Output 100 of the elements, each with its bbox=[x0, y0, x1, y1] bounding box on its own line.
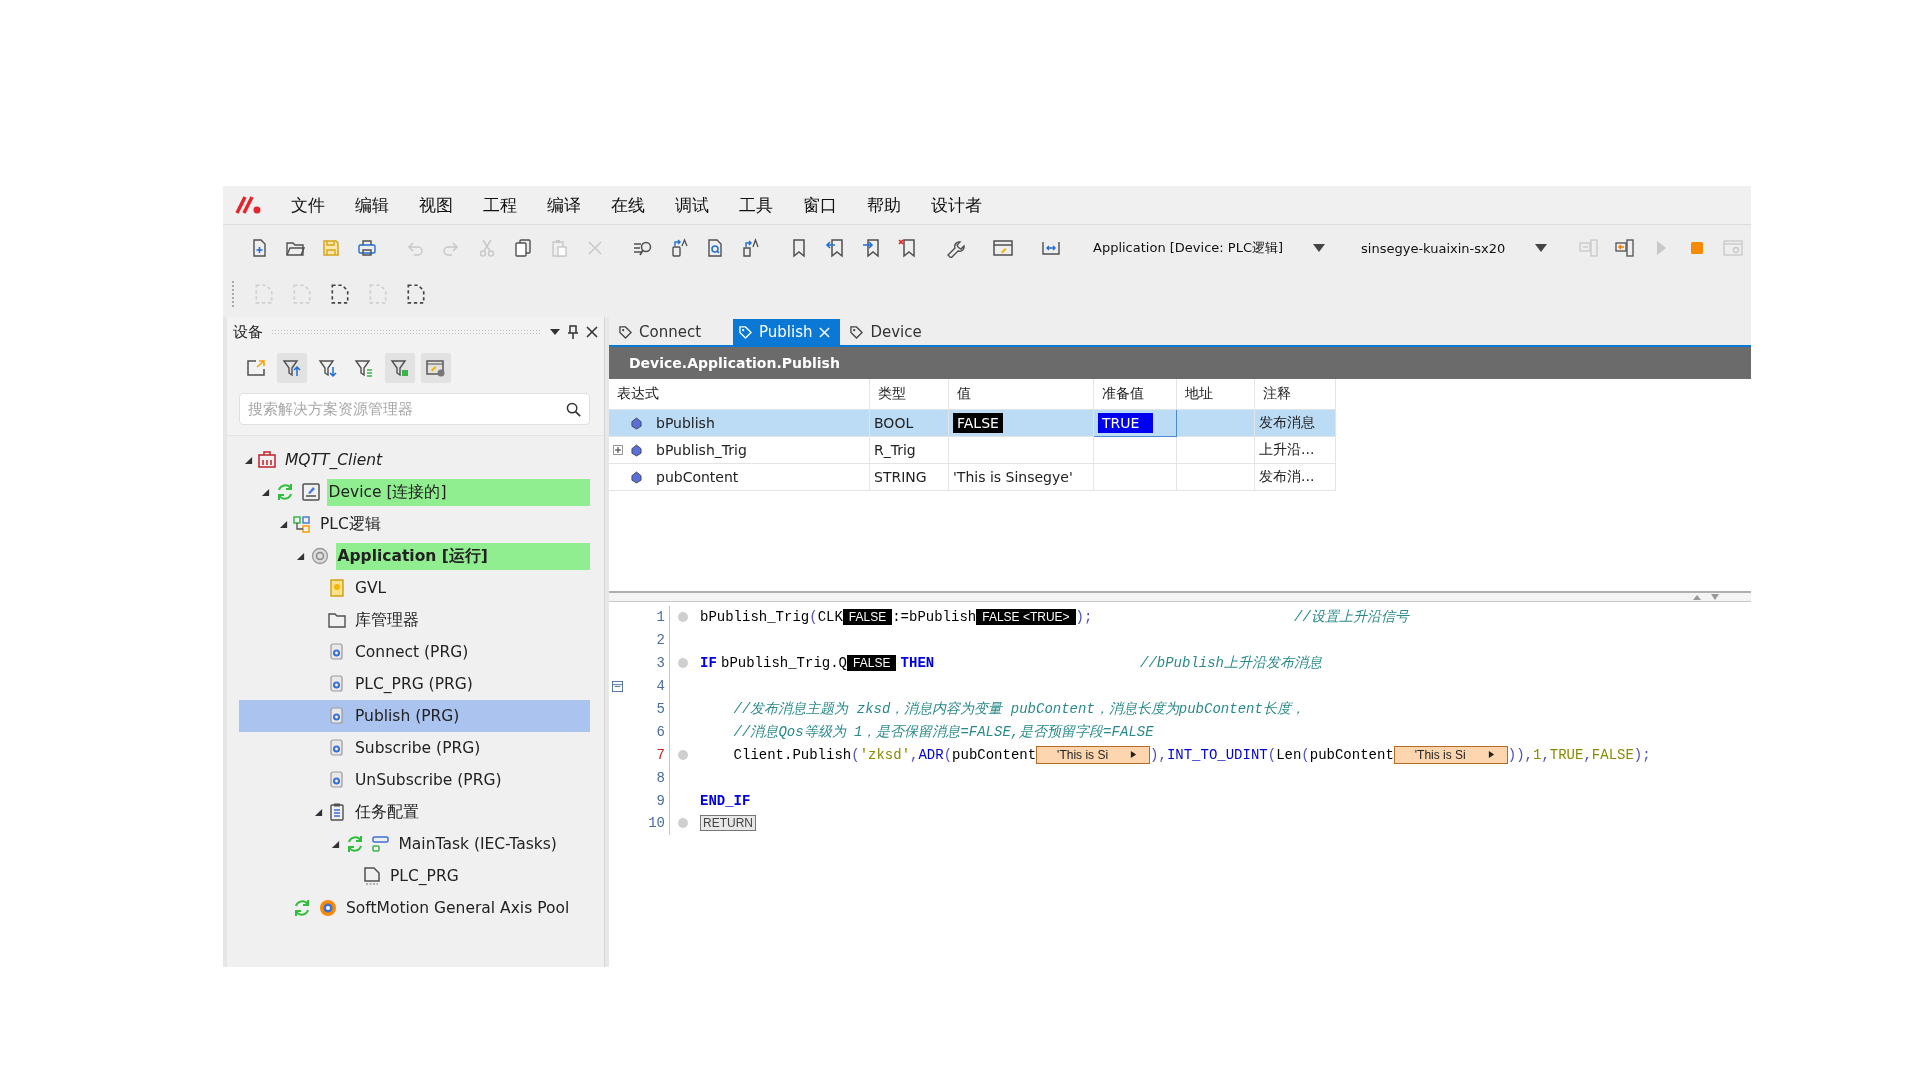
menu-item[interactable]: 编辑 bbox=[343, 189, 401, 221]
menu-item[interactable]: 工程 bbox=[471, 189, 529, 221]
fold-icon[interactable] bbox=[611, 680, 623, 692]
wrench-icon[interactable] bbox=[945, 238, 965, 258]
expand-arrow-icon[interactable] bbox=[331, 839, 340, 849]
table-cell[interactable]: TRUE bbox=[1093, 409, 1177, 437]
monitor-value[interactable]: 'This is Si bbox=[1393, 745, 1508, 764]
code-token: FALSE bbox=[1591, 746, 1634, 763]
copy-icon[interactable] bbox=[513, 238, 533, 258]
tree-row[interactable]: 库管理器 bbox=[239, 604, 590, 636]
tree-row[interactable]: PLC逻辑 bbox=[239, 508, 590, 540]
menu-item[interactable]: 工具 bbox=[727, 189, 785, 221]
table-cell: STRING bbox=[869, 463, 949, 491]
code-token: THEN bbox=[900, 655, 935, 672]
expand-icon[interactable] bbox=[613, 445, 623, 455]
monitor-value[interactable]: 'This is Si bbox=[1036, 745, 1151, 764]
table-cell: 发布消息 bbox=[1254, 409, 1336, 437]
expand-arrow-icon[interactable] bbox=[243, 455, 253, 465]
window-icon[interactable] bbox=[993, 238, 1013, 258]
menu-item[interactable]: 视图 bbox=[407, 189, 465, 221]
menu-item[interactable]: 帮助 bbox=[855, 189, 913, 221]
menu-item[interactable]: 调试 bbox=[663, 189, 721, 221]
tree-row[interactable]: Connect (PRG) bbox=[239, 636, 590, 668]
code-token: ); bbox=[1075, 609, 1093, 626]
device-icon bbox=[300, 482, 321, 502]
search-field[interactable]: 搜索解决方案资源管理器 bbox=[248, 396, 566, 422]
expand-arrow-icon[interactable] bbox=[313, 807, 323, 817]
code-token: ( bbox=[1301, 746, 1310, 763]
column-header[interactable]: 表达式 bbox=[609, 379, 870, 410]
dashed-page-icon[interactable] bbox=[329, 283, 351, 305]
editor-tab[interactable]: Device bbox=[844, 319, 961, 345]
breakpoint-dot-icon[interactable] bbox=[678, 818, 688, 829]
tree-label: Publish (PRG) bbox=[354, 706, 461, 727]
close-icon[interactable] bbox=[586, 326, 598, 338]
menu-item[interactable]: 在线 bbox=[599, 189, 657, 221]
dropdown[interactable]: sinsegye-kuaixin-sx20 bbox=[1349, 236, 1560, 260]
tree-label: SoftMotion General Axis Pool bbox=[345, 898, 571, 919]
tree-row[interactable]: UnSubscribe (PRG) bbox=[239, 764, 590, 796]
column-header[interactable]: 地址 bbox=[1176, 379, 1255, 410]
print-icon[interactable] bbox=[357, 238, 377, 258]
code-token: , bbox=[1541, 746, 1550, 763]
menu-item[interactable]: 设计者 bbox=[919, 189, 994, 221]
expand-arrow-icon[interactable] bbox=[296, 551, 305, 561]
tree-label: 任务配置 bbox=[354, 801, 420, 823]
editor-tab[interactable]: Connect bbox=[613, 319, 729, 345]
tree-row[interactable]: Device [连接的] bbox=[239, 476, 590, 508]
column-header[interactable]: 准备值 bbox=[1093, 379, 1177, 410]
window-settings-icon[interactable] bbox=[421, 353, 451, 383]
expand-arrow-icon[interactable] bbox=[278, 519, 288, 529]
search-box[interactable]: 搜索解决方案资源管理器 bbox=[239, 393, 590, 425]
dropdown[interactable]: Application [Device: PLC逻辑] bbox=[1081, 235, 1338, 261]
breakpoint-dot-icon[interactable] bbox=[678, 612, 688, 623]
tree-row[interactable]: MQTT_Client bbox=[239, 444, 590, 476]
bookmark-next-icon[interactable] bbox=[861, 238, 881, 258]
search-icon[interactable] bbox=[566, 401, 581, 417]
tree-row[interactable]: Publish (PRG) bbox=[239, 700, 590, 732]
logout-icon[interactable] bbox=[1615, 238, 1636, 258]
breakpoint-dot-icon[interactable] bbox=[678, 749, 688, 760]
scroll-arrows-icon[interactable] bbox=[1691, 593, 1721, 601]
column-header[interactable]: 值 bbox=[948, 379, 1094, 410]
tree-row[interactable]: MainTask (IEC-Tasks) bbox=[239, 828, 590, 860]
tree-row[interactable]: Application [运行] bbox=[239, 540, 590, 572]
code-token: ), bbox=[1150, 746, 1167, 763]
table-cell[interactable]: bPublish_Trig bbox=[609, 436, 870, 464]
plc-icon bbox=[292, 514, 312, 534]
table-cell[interactable] bbox=[1093, 436, 1177, 464]
tree-row[interactable]: GVL bbox=[239, 572, 590, 604]
file-replace-icon[interactable] bbox=[741, 238, 761, 258]
tree-row[interactable]: Subscribe (PRG) bbox=[239, 732, 590, 764]
expand-arrow-icon[interactable] bbox=[261, 487, 270, 497]
table-cell[interactable]: pubContent bbox=[609, 463, 870, 491]
monitor-value: FALSE bbox=[847, 655, 897, 672]
code-token: bPublish_Trig bbox=[700, 609, 810, 626]
column-header[interactable]: 类型 bbox=[869, 379, 949, 410]
tree-row[interactable]: 任务配置 bbox=[239, 796, 590, 828]
code-token: , bbox=[910, 746, 919, 763]
pin-icon[interactable] bbox=[568, 325, 578, 339]
dashed-page-icon[interactable] bbox=[405, 283, 427, 305]
table-cell[interactable] bbox=[1093, 463, 1177, 491]
column-header[interactable]: 注释 bbox=[1254, 379, 1336, 410]
tree-label: Connect (PRG) bbox=[354, 642, 470, 663]
menu-item[interactable]: 文件 bbox=[279, 189, 337, 221]
file-search-icon[interactable] bbox=[705, 238, 725, 258]
code-comment: //设置上升沿信号 bbox=[1294, 608, 1409, 627]
bookmark-previous-icon[interactable] bbox=[825, 238, 845, 258]
tree-row[interactable]: PLC_PRG bbox=[239, 860, 590, 892]
menu-item[interactable]: 编译 bbox=[535, 189, 593, 221]
tree-label: GVL bbox=[354, 578, 388, 599]
menu-item[interactable]: 窗口 bbox=[791, 189, 849, 221]
sync-icon bbox=[292, 898, 312, 918]
tree-row[interactable]: SoftMotion General Axis Pool bbox=[239, 892, 590, 924]
table-cell[interactable]: bPublish bbox=[609, 409, 870, 437]
filter-icon[interactable] bbox=[277, 353, 307, 383]
dropdown-arrow-icon[interactable] bbox=[550, 329, 560, 335]
filter-icon[interactable] bbox=[385, 353, 415, 383]
replace-icon[interactable] bbox=[669, 238, 689, 258]
editor-tab[interactable]: Publish bbox=[733, 319, 841, 345]
tree-row[interactable]: PLC_PRG (PRG) bbox=[239, 668, 590, 700]
bookmark-clear-icon[interactable] bbox=[897, 238, 917, 258]
breakpoint-dot-icon[interactable] bbox=[678, 658, 688, 669]
